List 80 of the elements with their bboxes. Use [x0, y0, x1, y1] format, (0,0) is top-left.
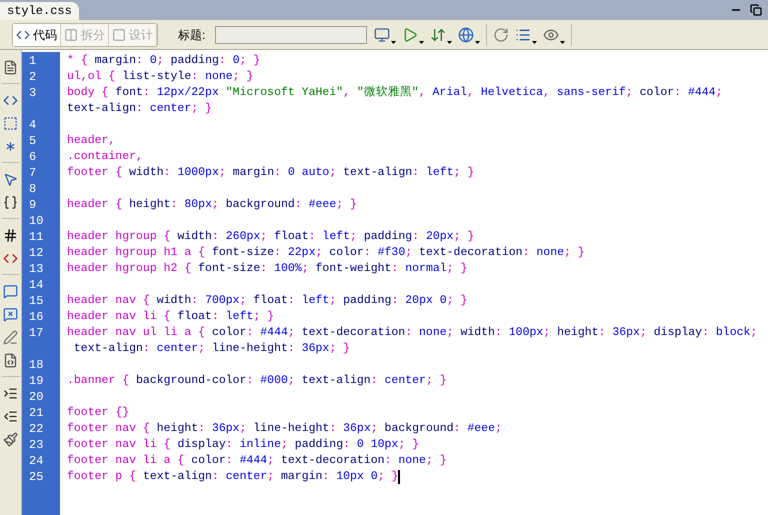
eye-icon — [543, 26, 560, 42]
line-number: 25 — [28, 469, 44, 485]
line-number: 14 — [28, 277, 44, 293]
globe-icon — [458, 26, 474, 42]
code-line: footer nav li { display: inline; padding: 0 10px; } — [67, 437, 420, 453]
line-number: 10 — [28, 213, 44, 229]
pen-icon — [3, 330, 18, 344]
pen-button[interactable] — [2, 328, 20, 346]
line-number: 3 — [28, 85, 38, 102]
code-line: text-align: center; line-height: 36px; } — [72, 341, 350, 357]
line-number: 24 — [28, 453, 44, 469]
line-number: 9 — [28, 197, 38, 213]
code-line: footer { width: 1000px; margin: 0 auto; text-align: left; } — [67, 165, 474, 181]
line-number: 7 — [28, 165, 38, 181]
line-number: 6 — [28, 149, 38, 165]
validate-icon — [374, 26, 390, 42]
code-line: .banner { background-color: #000; text-align: center; } — [67, 373, 447, 389]
line-number: 20 — [28, 389, 44, 405]
line-number: 22 — [28, 421, 44, 437]
code-line: header nav li { float: left; } — [67, 309, 274, 325]
line-number: 17 — [28, 325, 44, 342]
line-number: 15 — [28, 293, 44, 309]
line-number: 2 — [28, 69, 38, 85]
indent-icon — [3, 386, 18, 400]
code-line: footer nav li a { color: #444; text-decoration: none; } — [67, 453, 447, 469]
line-number: 12 — [28, 245, 44, 261]
line-number: 4 — [28, 117, 38, 133]
code-line: * { margin: 0; padding: 0; } — [67, 53, 260, 69]
line-number: 16 — [28, 309, 44, 325]
code-line: body { font: 12px/22px "Microsoft YaHei", "微软雅黑", Arial, Helvetica, sans-serif; color: #444; — [67, 85, 722, 101]
brush-button[interactable] — [2, 430, 20, 448]
code-line: header hgroup h1 a { font-size: 22px; color: #f30; text-decoration: none; } — [67, 245, 585, 261]
code-line: header, — [67, 133, 116, 149]
code-line: footer p { text-align: center; margin: 10px 0; } — [67, 469, 398, 485]
list-icon — [515, 26, 532, 42]
code-line: header nav { width: 700px; float: left; padding: 20px 0; } — [67, 293, 468, 309]
cursor-icon — [3, 172, 18, 186]
outdent-icon — [3, 408, 18, 424]
code-file-icon — [3, 352, 18, 368]
up-down-arrows-icon — [430, 26, 446, 42]
braces-icon — [3, 194, 18, 210]
caret-icon — [475, 40, 480, 44]
line-number: 11 — [28, 229, 44, 245]
document-tab[interactable]: style.css — [0, 2, 79, 20]
view-icon — [64, 28, 78, 42]
speech-bubble-icon — [3, 284, 18, 298]
line-number: 18 — [28, 357, 44, 373]
line-number: 8 — [28, 181, 38, 197]
code-line: header hgroup { width: 260px; float: left; padding: 20px; } — [67, 229, 474, 245]
code-line: text-align: center; } — [67, 101, 212, 117]
caret-icon — [391, 40, 396, 44]
line-number: 19 — [28, 373, 44, 389]
code-line: header nav ul li a { color: #444; text-decoration: none; width: 100px; height: 36px; display: block; — [67, 325, 758, 341]
code-line: .container, — [67, 149, 143, 165]
code-line: header hgroup h2 { font-size: 100%; font-weight: normal; } — [67, 261, 468, 277]
brush-icon — [3, 432, 18, 446]
caret-icon — [560, 40, 566, 44]
line-number: 1 — [28, 53, 38, 69]
speech-bubble-x-icon — [3, 306, 18, 322]
line-number: 13 — [28, 261, 44, 277]
dashed-square-icon — [3, 116, 18, 130]
file-icon — [3, 60, 18, 74]
code-line: header { height: 80px; background: #eee; } — [67, 197, 357, 213]
title-field[interactable] — [215, 26, 368, 44]
code-line: footer {} — [67, 405, 130, 421]
refresh-icon — [493, 26, 510, 42]
caret-icon — [532, 40, 538, 44]
code-line: ul,ol { list-style: none; } — [67, 69, 254, 85]
line-number: 5 — [28, 133, 38, 149]
caret-icon — [447, 40, 452, 44]
code-line: footer nav { height: 36px; line-height: 36px; background: #eee; — [67, 421, 502, 437]
play-icon — [402, 26, 418, 42]
hash-icon — [3, 228, 18, 242]
view-icon — [112, 28, 126, 42]
caret-icon — [419, 40, 424, 44]
title-label: 标题: — [178, 26, 206, 44]
restore-icon[interactable] — [750, 4, 762, 16]
line-number: 23 — [28, 437, 44, 453]
view-button[interactable]: 代码 — [13, 24, 61, 46]
line-number: 21 — [28, 405, 44, 421]
